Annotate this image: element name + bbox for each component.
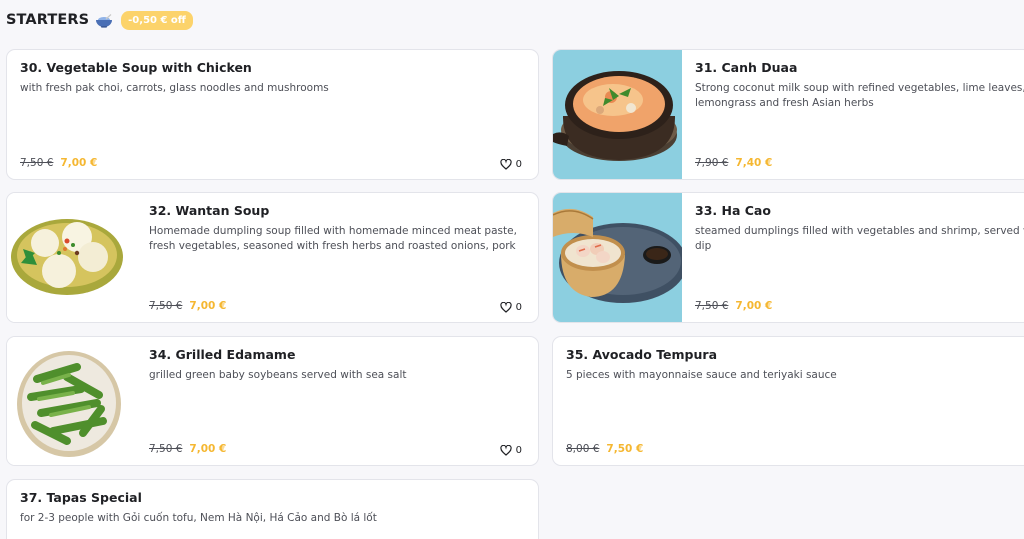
card-body: 30. Vegetable Soup with Chicken with fre… (20, 60, 538, 179)
old-price: 7,50 € (149, 300, 183, 312)
like-button[interactable]: 0 (499, 302, 522, 313)
item-prices: 7,50 € 7,00 € (149, 443, 226, 455)
heart-icon (499, 159, 512, 170)
menu-item-card[interactable]: 37. Tapas Special for 2-3 people with Gỏ… (6, 479, 539, 539)
item-image (553, 50, 682, 179)
menu-item-card[interactable]: 33. Ha Cao steamed dumplings filled with… (552, 192, 1024, 323)
card-body: 33. Ha Cao steamed dumplings filled with… (695, 203, 1024, 322)
item-name: 30. Vegetable Soup with Chicken (20, 60, 252, 75)
item-description: Homemade dumpling soup filled with homem… (149, 225, 517, 252)
like-count: 0 (515, 445, 522, 456)
heart-icon (499, 445, 512, 456)
item-name: 31. Canh Duaa (695, 60, 798, 75)
card-body: 32. Wantan Soup Homemade dumpling soup f… (149, 203, 538, 322)
section-header: STARTERS -0,50 € off (6, 9, 193, 31)
item-description: steamed dumplings filled with vegetables… (695, 225, 1024, 252)
like-count: 0 (515, 302, 522, 313)
like-button[interactable]: 0 (499, 159, 522, 170)
old-price: 7,90 € (695, 157, 729, 169)
item-prices: 7,50 € 7,00 € (20, 157, 97, 169)
new-price: 7,00 € (60, 157, 98, 169)
item-description: 5 pieces with mayonnaise sauce and teriy… (566, 369, 837, 381)
new-price: 7,00 € (189, 443, 227, 455)
old-price: 7,50 € (20, 157, 54, 169)
card-body: 31. Canh Duaa Strong coconut milk soup w… (695, 60, 1024, 179)
old-price: 8,00 € (566, 443, 600, 455)
item-name: 35. Avocado Tempura (566, 347, 718, 362)
card-body: 35. Avocado Tempura 5 pieces with mayonn… (566, 347, 1024, 465)
new-price: 7,50 € (606, 443, 644, 455)
item-prices: 8,00 € 7,50 € (566, 443, 643, 455)
discount-badge: -0,50 € off (121, 10, 193, 30)
item-image (553, 193, 687, 322)
item-description: Strong coconut milk soup with refined ve… (695, 82, 1024, 109)
item-description: grilled green baby soybeans served with … (149, 369, 407, 381)
item-prices: 7,50 € 7,00 € (695, 300, 772, 312)
item-name: 37. Tapas Special (20, 490, 142, 505)
card-body: 37. Tapas Special for 2-3 people with Gỏ… (20, 490, 538, 539)
section-title: STARTERS (6, 12, 90, 28)
menu-item-card[interactable]: 30. Vegetable Soup with Chicken with fre… (6, 49, 539, 180)
item-description: with fresh pak choi, carrots, glass nood… (20, 82, 329, 94)
item-image (7, 193, 136, 322)
item-prices: 7,90 € 7,40 € (695, 157, 772, 169)
item-name: 33. Ha Cao (695, 203, 771, 218)
item-prices: 7,50 € 7,00 € (149, 300, 226, 312)
old-price: 7,50 € (149, 443, 183, 455)
item-image (7, 337, 136, 465)
item-description: for 2-3 people with Gỏi cuốn tofu, Nem H… (20, 512, 377, 524)
item-name: 32. Wantan Soup (149, 203, 270, 218)
menu-item-card[interactable]: 32. Wantan Soup Homemade dumpling soup f… (6, 192, 539, 323)
menu-item-card[interactable]: 31. Canh Duaa Strong coconut milk soup w… (552, 49, 1024, 180)
menu-item-card[interactable]: 35. Avocado Tempura 5 pieces with mayonn… (552, 336, 1024, 466)
item-name: 34. Grilled Edamame (149, 347, 296, 362)
heart-icon (499, 302, 512, 313)
new-price: 7,40 € (735, 157, 773, 169)
menu-item-card[interactable]: 34. Grilled Edamame grilled green baby s… (6, 336, 539, 466)
like-button[interactable]: 0 (499, 445, 522, 456)
old-price: 7,50 € (695, 300, 729, 312)
new-price: 7,00 € (735, 300, 773, 312)
new-price: 7,00 € (189, 300, 227, 312)
bowl-icon (95, 13, 113, 28)
card-body: 34. Grilled Edamame grilled green baby s… (149, 347, 538, 465)
like-count: 0 (515, 159, 522, 170)
